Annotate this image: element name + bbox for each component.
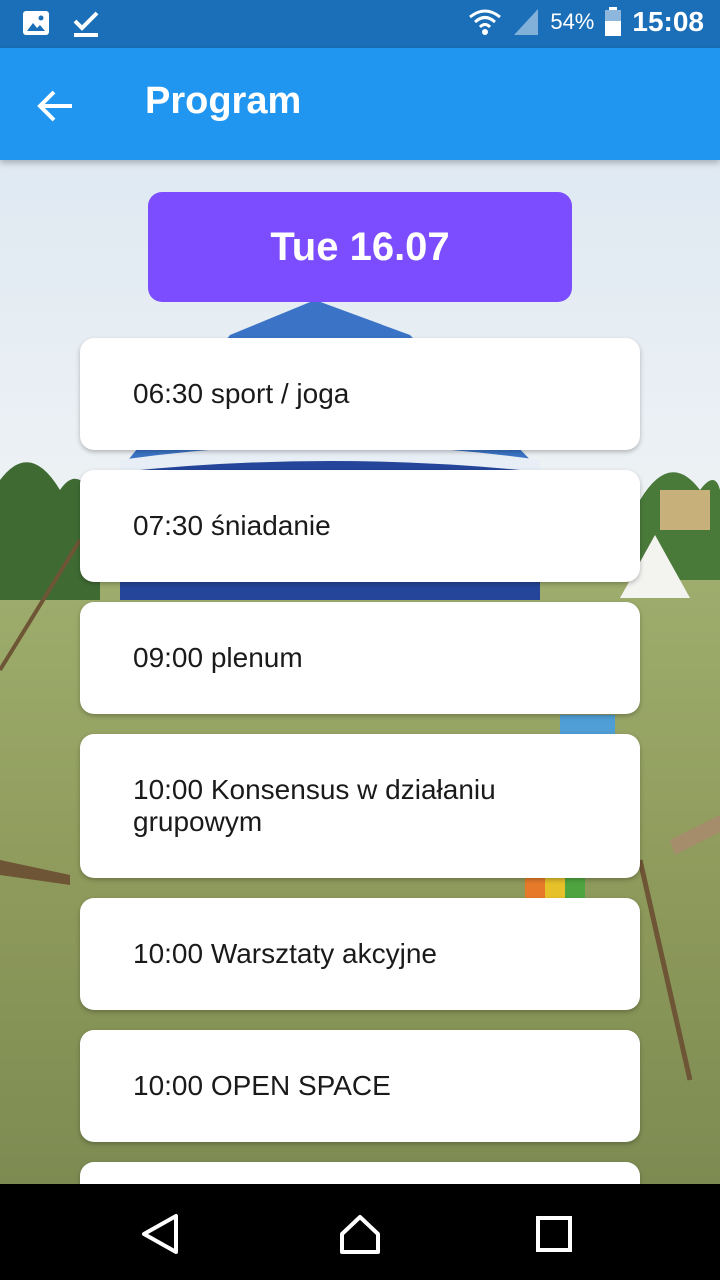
back-triangle-icon[interactable] [138,1212,182,1256]
clock: 15:08 [632,6,704,37]
event-label: 07:30 śniadanie [133,510,331,541]
event-label: 10:00 OPEN SPACE [133,1070,391,1101]
signal-icon [514,9,539,35]
event-label: 06:30 sport / joga [133,378,350,409]
event-label: 10:00 Warsztaty akcyjne [133,938,437,969]
page-title: Program [145,80,302,122]
status-bar: 54% 15:08 [0,0,720,48]
event-card[interactable]: 10:00 Konsensus w działaniu grupowym [80,734,640,878]
system-nav-bar [0,1184,720,1280]
battery-icon [605,7,622,36]
event-label: 09:00 plenum [133,642,303,673]
arrow-left-icon[interactable] [34,84,78,128]
wifi-icon [469,9,502,35]
app-bar: Program [0,48,720,160]
event-card[interactable] [80,1162,640,1184]
event-card[interactable]: 10:00 Warsztaty akcyjne [80,898,640,1010]
image-icon [23,11,49,35]
home-icon[interactable] [338,1212,382,1256]
event-card[interactable]: 09:00 plenum [80,602,640,714]
event-card[interactable]: 06:30 sport / joga [80,338,640,450]
program-content[interactable]: Tue 16.07 06:30 sport / joga 07:30 śniad… [0,160,720,1184]
event-label: 10:00 Konsensus w działaniu grupowym [133,774,496,837]
event-card[interactable]: 07:30 śniadanie [80,470,640,582]
event-card[interactable]: 10:00 OPEN SPACE [80,1030,640,1142]
battery-percent: 54% [550,9,595,34]
day-selector-button[interactable]: Tue 16.07 [148,192,572,302]
recents-icon[interactable] [532,1212,576,1256]
check-icon [73,11,99,37]
